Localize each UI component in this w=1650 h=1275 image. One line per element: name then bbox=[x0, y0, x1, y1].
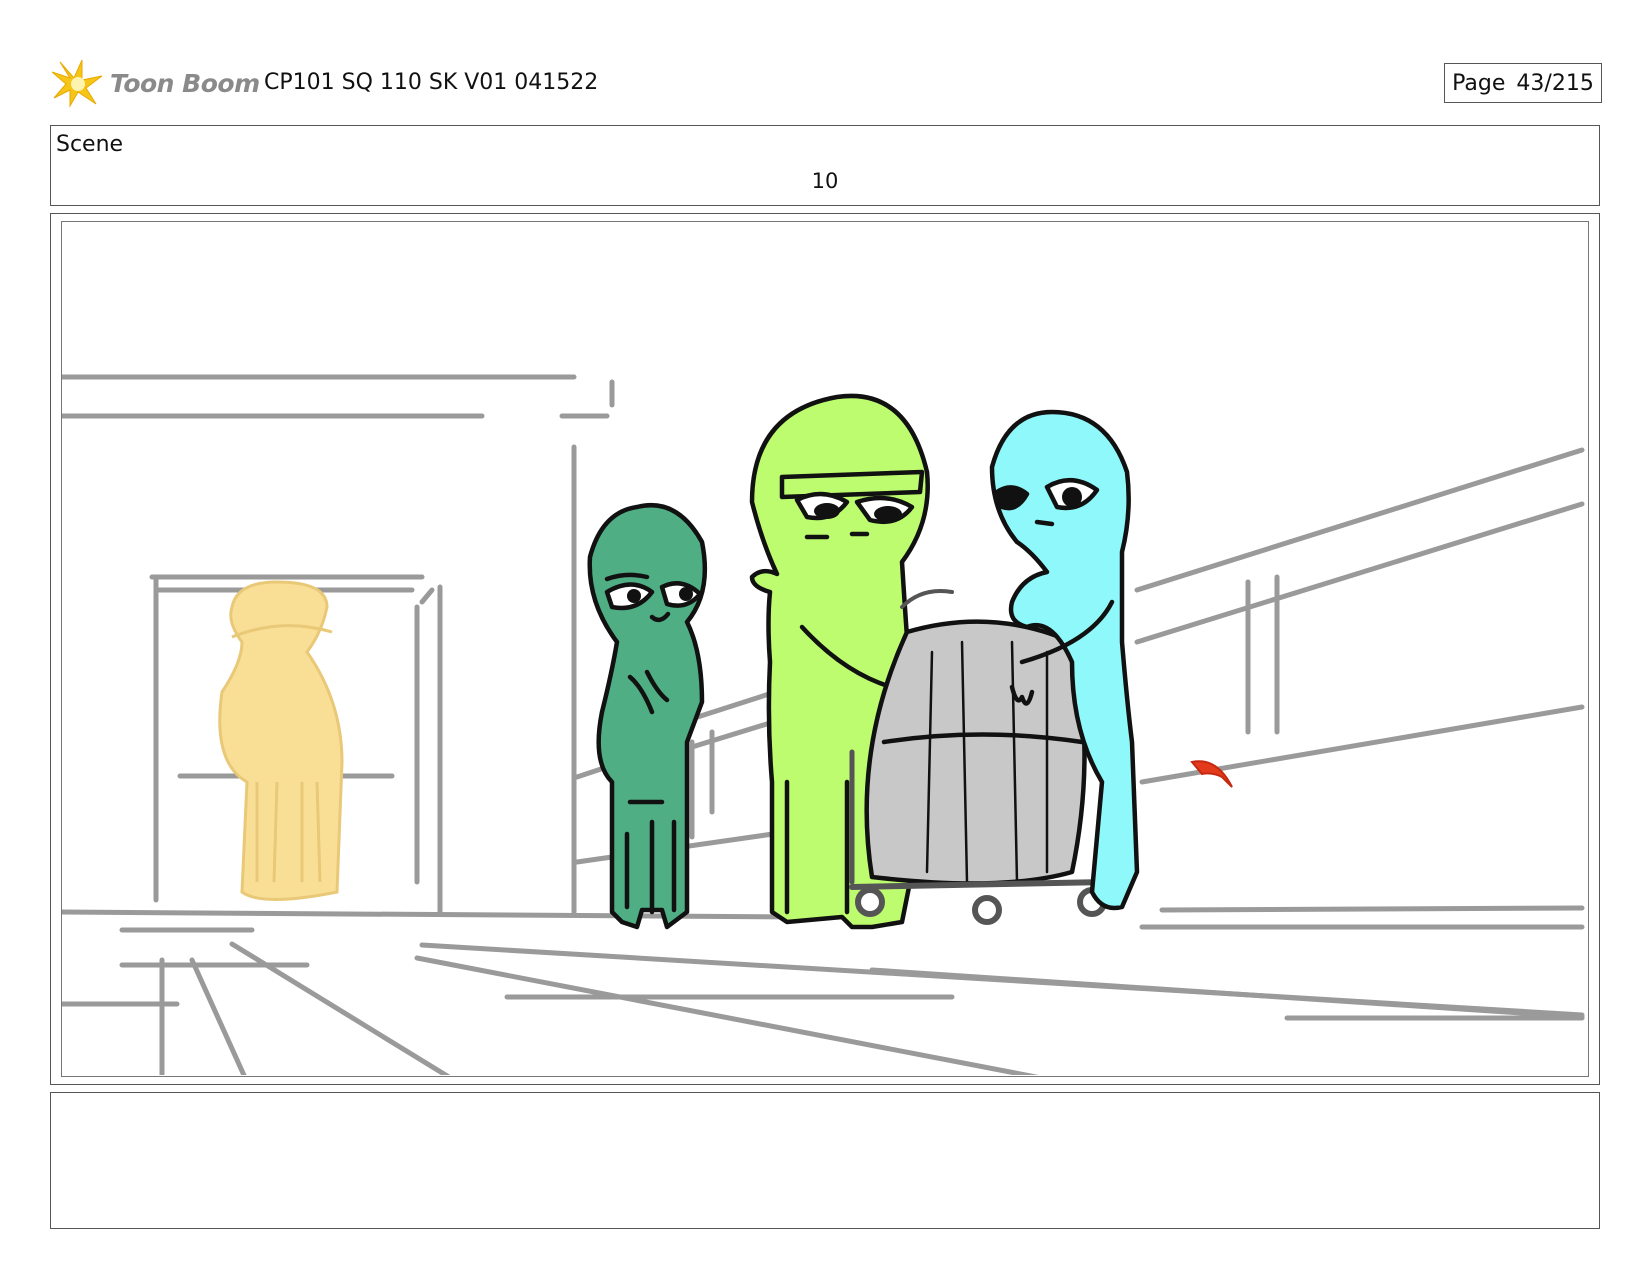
yellow-character bbox=[218, 580, 344, 901]
panel-image-area bbox=[61, 221, 1589, 1077]
toon-boom-logo: Toon Boom bbox=[52, 58, 260, 108]
page-header: Toon Boom CP101 SQ 110 SK V01 041522 Pag… bbox=[52, 58, 1602, 108]
logo-text: Toon Boom bbox=[110, 68, 260, 98]
scene-label: Scene bbox=[56, 132, 124, 157]
page-value: 43/215 bbox=[1516, 70, 1594, 96]
scene-box: Scene 10 bbox=[50, 125, 1600, 206]
scene-number: 10 bbox=[811, 169, 839, 193]
dark-green-character bbox=[587, 502, 708, 930]
notes-box bbox=[50, 1092, 1600, 1229]
storyboard-panel bbox=[50, 213, 1600, 1085]
toon-boom-star-icon bbox=[52, 59, 103, 108]
storyboard-sketch bbox=[62, 374, 1585, 1075]
page-label: Page bbox=[1452, 70, 1506, 96]
project-title: CP101 SQ 110 SK V01 041522 bbox=[264, 70, 599, 95]
page-indicator: Page 43/215 bbox=[1444, 63, 1602, 103]
